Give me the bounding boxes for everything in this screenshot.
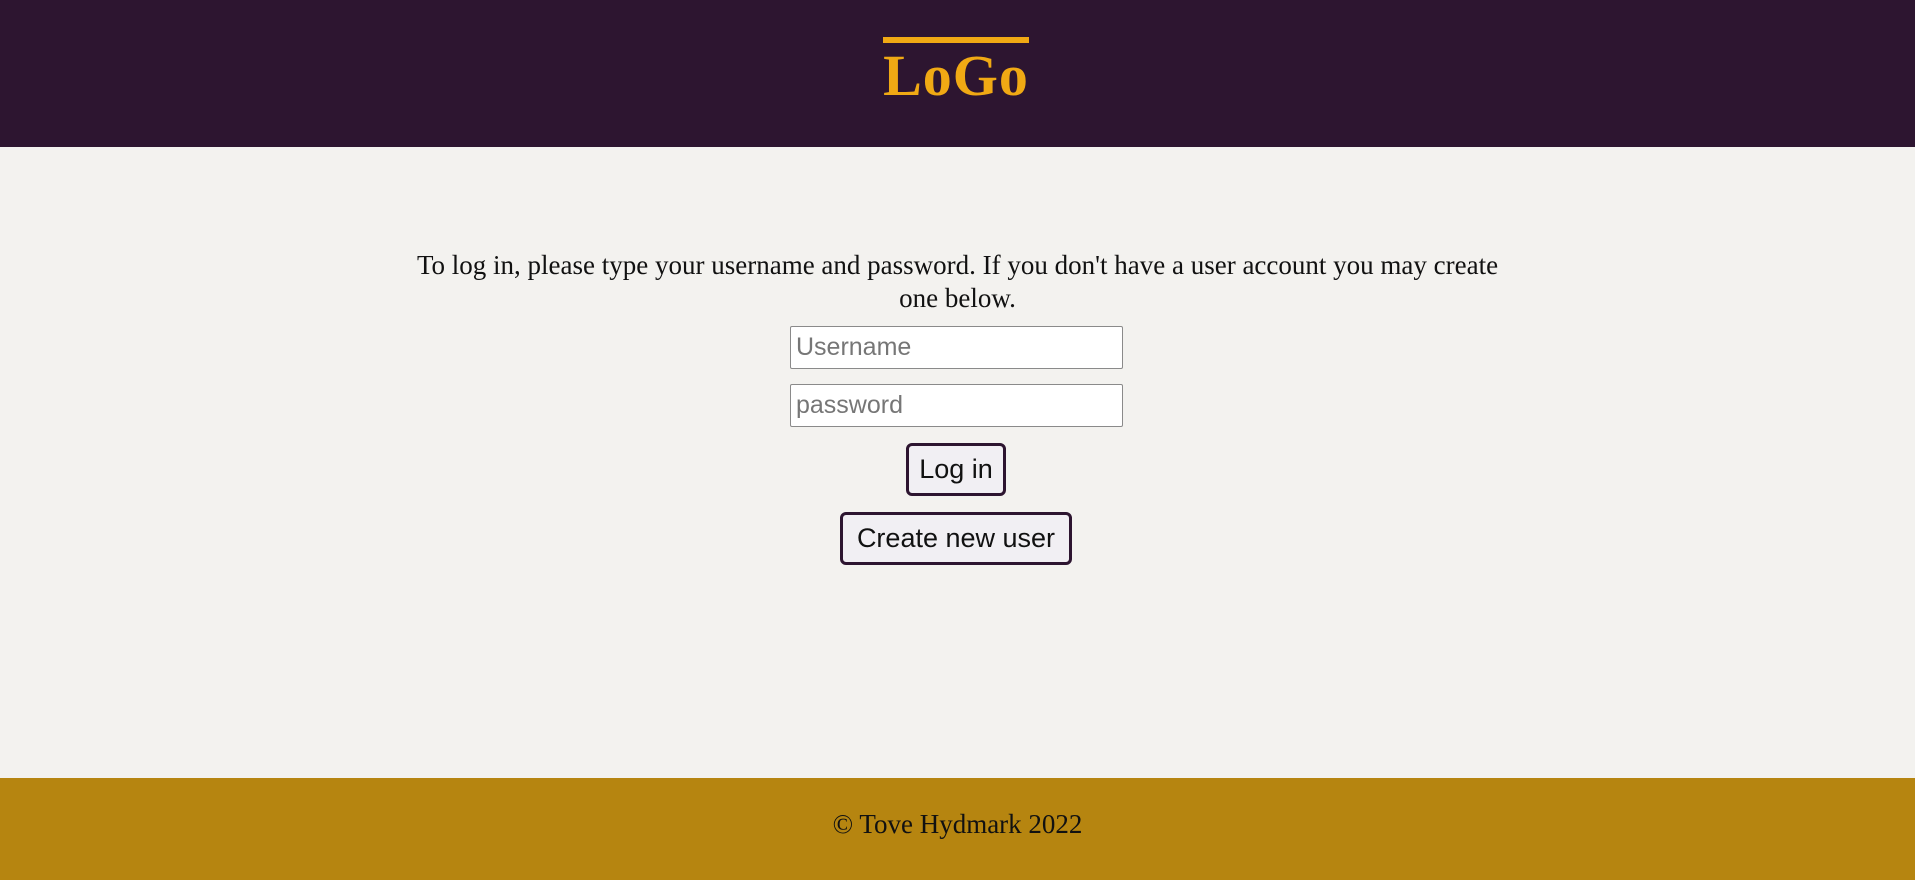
login-section: To log in, please type your username and… [0, 147, 1915, 778]
copyright-text: © Tove Hydmark 2022 [832, 809, 1083, 839]
password-input[interactable] [790, 384, 1123, 427]
username-input[interactable] [790, 326, 1123, 369]
site-logo: LoGo [883, 37, 1029, 109]
create-user-button[interactable]: Create new user [840, 512, 1072, 565]
login-button[interactable]: Log in [906, 443, 1006, 496]
site-footer: © Tove Hydmark 2022 [0, 778, 1915, 880]
site-header: LoGo [0, 0, 1915, 147]
login-page: LoGo To log in, please type your usernam… [0, 0, 1915, 880]
login-instructions: To log in, please type your username and… [416, 250, 1499, 313]
